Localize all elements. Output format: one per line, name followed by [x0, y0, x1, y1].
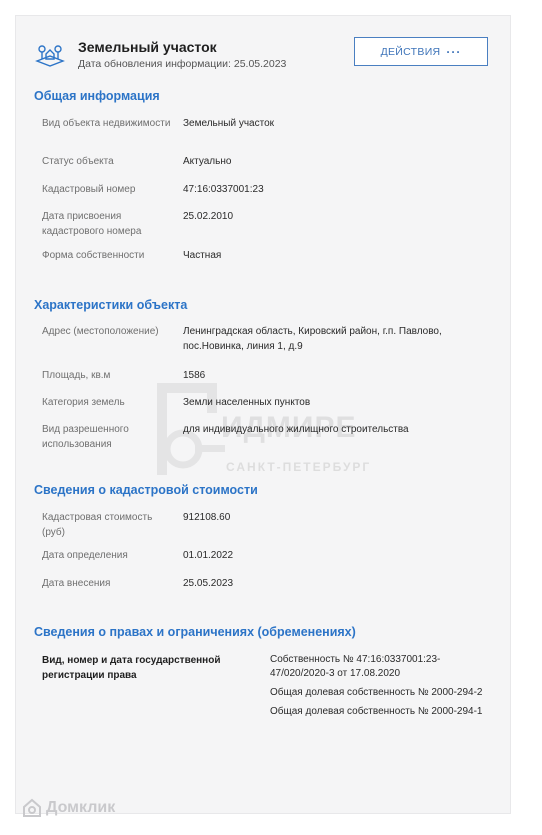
row-key: Форма собственности [42, 250, 145, 261]
domclick-brand: Домклик [46, 799, 116, 816]
row-value: Ленинградская область, Кировский район, … [183, 326, 442, 352]
row-value: для индивидуального жилищного строительс… [183, 424, 409, 435]
row-key: Вид объекта недвижимости [42, 118, 171, 129]
row-value: Актуально [183, 156, 232, 167]
row-value: 25.05.2023 [183, 578, 234, 589]
row-value: Земельный участок [183, 118, 275, 129]
row-value: 01.01.2022 [183, 550, 234, 561]
row-value: Земли населенных пунктов [183, 397, 311, 408]
actions-button[interactable]: ДЕЙСТВИЯ ··· [354, 37, 488, 66]
row-key: Вид разрешенного использования [42, 424, 129, 450]
domclick-logo-icon [23, 798, 41, 817]
row-key: Статус объекта [42, 156, 114, 167]
land-plot-icon [35, 45, 65, 67]
row-key: Кадастровый номер [42, 184, 136, 195]
row-value: 25.02.2010 [183, 211, 234, 222]
page-title: Земельный участок [78, 39, 217, 55]
row-key: Кадастровая стоимость (руб) [42, 512, 153, 538]
rights-list: Собственность № 47:16:0337001:23-47/020/… [270, 653, 490, 724]
property-info-card: Земельный участок Дата обновления информ… [15, 15, 511, 814]
watermark-subtext: САНКТ-ПЕТЕРБУРГ [226, 460, 372, 474]
row-key: Дата определения [42, 550, 128, 561]
rights-entry: Собственность № 47:16:0337001:23-47/020/… [270, 654, 441, 679]
row-value: 47:16:0337001:23 [183, 184, 264, 195]
row-key: Дата присвоения кадастрового номера [42, 211, 142, 237]
rights-entry: Общая долевая собственность № 2000-294-1 [270, 706, 483, 717]
row-key: Площадь, кв.м [42, 370, 111, 381]
section-cadastral-title: Сведения о кадастровой стоимости [34, 483, 258, 497]
section-characteristics-title: Характеристики объекта [34, 298, 188, 312]
update-date: Дата обновления информации: 25.05.2023 [78, 58, 287, 70]
section-rights-title: Сведения о правах и ограничениях (обреме… [34, 625, 356, 639]
row-key: Категория земель [42, 397, 125, 408]
domclick-watermark: Домклик [22, 798, 115, 818]
row-key: Адрес (местоположение) [42, 326, 159, 337]
actions-label: ДЕЙСТВИЯ [380, 45, 441, 58]
row-value: Частная [183, 250, 222, 261]
row-value: 912108.60 [183, 512, 231, 523]
more-dots-icon: ··· [446, 44, 462, 59]
row-value: 1586 [183, 370, 206, 381]
rights-key: Вид, номер и дата государственной регист… [42, 655, 221, 681]
row-key: Дата внесения [42, 578, 111, 589]
section-general-title: Общая информация [34, 89, 160, 103]
rights-entry: Общая долевая собственность № 2000-294-2 [270, 687, 483, 698]
